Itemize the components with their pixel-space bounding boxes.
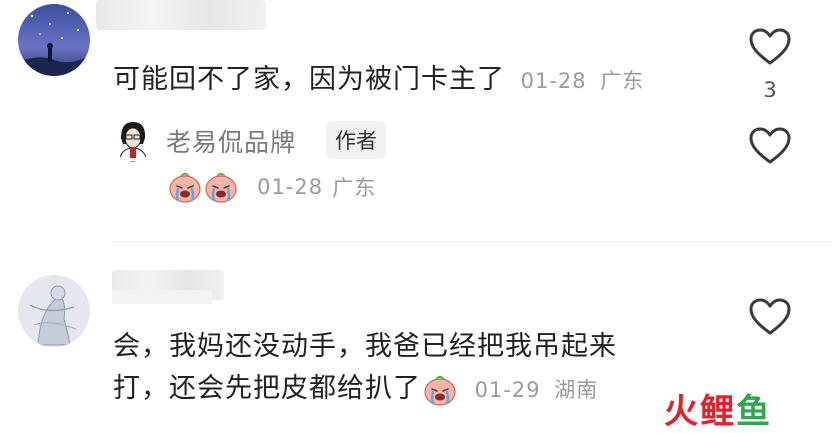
crying-face-emoji [423, 373, 457, 407]
comment-body: 可能回不了家，因为被门卡主了 [113, 64, 505, 95]
night-sky-avatar-image [18, 4, 90, 76]
comment-text: 可能回不了家，因为被门卡主了 01-28 广东 [113, 57, 644, 96]
reply-like-button[interactable] [748, 126, 792, 166]
comment-date: 01-29 [474, 378, 541, 402]
commenter-avatar[interactable] [18, 275, 90, 347]
author-badge: 作者 [326, 121, 386, 159]
author-avatar-image [113, 118, 153, 162]
commenter-name-blurred[interactable] [96, 0, 266, 30]
heart-outline-icon [749, 127, 791, 164]
reply-location: 广东 [332, 176, 377, 200]
author-avatar[interactable] [113, 118, 153, 162]
crying-face-emoji [168, 170, 202, 204]
commenter-name-blurred-part [112, 290, 212, 304]
crying-face-emoji [204, 170, 238, 204]
comment-divider [113, 241, 832, 242]
author-name[interactable]: 老易侃品牌 [166, 123, 296, 159]
comment-body: 打，还会先把皮都给扒了 [113, 373, 421, 404]
watermark-char-3: 鱼 [736, 392, 772, 432]
sketch-avatar-image [18, 275, 90, 347]
heart-outline-icon [749, 28, 791, 65]
watermark-char-2: 鲤 [700, 392, 736, 432]
watermark-char-1: 火 [664, 392, 700, 432]
comment-location: 广东 [600, 69, 645, 93]
comment-date: 01-28 [520, 69, 587, 93]
reply-date: 01-28 [257, 175, 324, 199]
comment-location: 湖南 [554, 378, 599, 402]
watermark-logo: 火鲤鱼 [664, 384, 772, 433]
like-count: 3 [763, 78, 777, 102]
comment-text-line1: 会，我妈还没动手，我爸已经把我吊起来 [113, 331, 617, 362]
commenter-avatar[interactable] [18, 4, 90, 76]
reply-content: 01-28 广东 [168, 170, 376, 204]
like-button[interactable] [748, 27, 792, 67]
heart-outline-icon [749, 298, 791, 335]
like-button[interactable] [748, 297, 792, 337]
comment-text-line2: 打，还会先把皮都给扒了 01-29 湖南 [113, 366, 598, 407]
